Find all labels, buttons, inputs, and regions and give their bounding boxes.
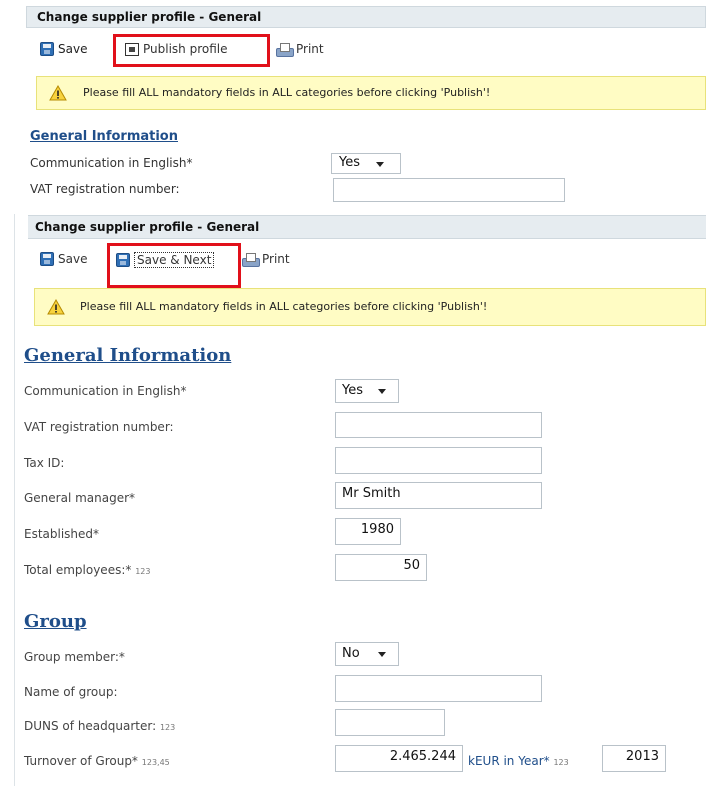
bottom-save-button[interactable]: Save xyxy=(40,252,87,266)
year-value: 2013 xyxy=(625,749,659,764)
duns-hint: 123 xyxy=(159,723,176,732)
top-save-label: Save xyxy=(58,42,88,56)
top-vat-label: VAT registration number: xyxy=(30,182,180,196)
floppy-disk-icon xyxy=(40,252,54,266)
turnover-hint: 123,45 xyxy=(141,758,170,767)
chevron-down-icon xyxy=(378,652,386,657)
group-member-label: Group member:* xyxy=(24,650,125,664)
communication-label: Communication in English* xyxy=(24,384,187,398)
year-input[interactable]: 2013 xyxy=(602,745,666,772)
turnover-unit: kEUR in Year* xyxy=(468,754,550,768)
established-input[interactable]: 1980 xyxy=(335,518,401,545)
floppy-disk-icon xyxy=(40,42,54,56)
established-value: 1980 xyxy=(360,522,394,537)
floppy-disk-icon xyxy=(116,253,130,267)
turnover-value: 2.465.244 xyxy=(389,749,456,764)
turnover-year-label: kEUR in Year* 123 xyxy=(468,754,569,768)
year-hint: 123 xyxy=(553,758,569,767)
top-communication-label: Communication in English* xyxy=(30,156,193,170)
total-employees-value: 50 xyxy=(403,558,420,573)
general-manager-value: Mr Smith xyxy=(342,486,401,501)
publish-profile-label: Publish profile xyxy=(143,42,228,56)
total-employees-hint: 123 xyxy=(135,567,151,576)
bottom-save-label: Save xyxy=(58,252,88,266)
communication-select[interactable]: Yes xyxy=(335,379,399,403)
duns-label: DUNS of headquarter: 123 xyxy=(24,719,175,733)
turnover-text: Turnover of Group* xyxy=(24,754,138,768)
bottom-print-button[interactable]: Print xyxy=(242,252,290,267)
top-vat-input[interactable] xyxy=(333,178,565,202)
top-section-general-information: General Information xyxy=(30,129,178,144)
chevron-down-icon xyxy=(378,389,386,394)
bottom-warning-text: Please fill ALL mandatory fields in ALL … xyxy=(80,300,488,313)
general-manager-label: General manager* xyxy=(24,491,136,505)
vat-input[interactable] xyxy=(335,412,542,438)
duns-input[interactable] xyxy=(335,709,445,736)
group-member-value: No xyxy=(342,646,360,661)
save-and-next-label: Save & Next xyxy=(134,252,215,268)
total-employees-text: Total employees:* xyxy=(24,563,132,577)
save-and-next-button[interactable]: Save & Next xyxy=(116,252,215,268)
top-warning-banner: Please fill ALL mandatory fields in ALL … xyxy=(36,76,706,110)
printer-icon xyxy=(276,42,294,57)
warning-icon xyxy=(49,85,67,101)
group-member-select[interactable]: No xyxy=(335,642,399,666)
top-panel-title: Change supplier profile - General xyxy=(26,6,706,28)
top-print-button[interactable]: Print xyxy=(276,42,324,57)
group-name-input[interactable] xyxy=(335,675,542,702)
publish-profile-button[interactable]: Publish profile xyxy=(125,42,228,56)
turnover-label: Turnover of Group* 123,45 xyxy=(24,754,170,768)
tax-id-label: Tax ID: xyxy=(24,456,65,470)
turnover-input[interactable]: 2.465.244 xyxy=(335,745,463,772)
duns-text: DUNS of headquarter: xyxy=(24,719,157,733)
top-save-button[interactable]: Save xyxy=(40,42,87,56)
total-employees-label: Total employees:* 123 xyxy=(24,563,150,577)
chevron-down-icon xyxy=(376,162,384,167)
section-general-information: General Information xyxy=(24,345,232,366)
top-warning-text: Please fill ALL mandatory fields in ALL … xyxy=(83,86,491,99)
tax-id-input[interactable] xyxy=(335,447,542,474)
total-employees-input[interactable]: 50 xyxy=(335,554,427,581)
general-manager-input[interactable]: Mr Smith xyxy=(335,482,542,509)
publish-icon xyxy=(125,42,139,56)
group-name-label: Name of group: xyxy=(24,685,118,699)
top-print-label: Print xyxy=(296,42,324,56)
printer-icon xyxy=(242,252,260,267)
top-communication-value: Yes xyxy=(339,155,360,170)
top-communication-select[interactable]: Yes xyxy=(331,153,401,174)
bottom-panel-title: Change supplier profile - General xyxy=(28,215,706,239)
bottom-print-label: Print xyxy=(262,252,290,266)
established-label: Established* xyxy=(24,527,100,541)
vat-label: VAT registration number: xyxy=(24,420,174,434)
warning-icon xyxy=(47,299,65,315)
bottom-warning-banner: Please fill ALL mandatory fields in ALL … xyxy=(34,288,706,326)
section-group: Group xyxy=(24,611,87,632)
communication-value: Yes xyxy=(342,383,363,398)
